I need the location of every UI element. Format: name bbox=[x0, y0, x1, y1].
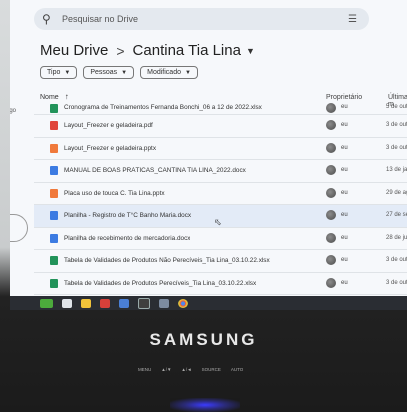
file-modified: 3 de out. bbox=[386, 122, 407, 128]
file-owner: eu bbox=[341, 279, 348, 286]
file-owner: eu bbox=[341, 104, 348, 110]
chevron-down-icon: ▼ bbox=[121, 69, 128, 76]
avatar bbox=[326, 165, 336, 175]
table-row[interactable]: Layout_Freezer e geladeira.pdf eu 3 de out… bbox=[34, 115, 407, 138]
avatar bbox=[326, 255, 336, 265]
breadcrumb: Meu Drive > Cantina Tia Lina ▼ bbox=[40, 42, 255, 59]
file-name[interactable]: Cronograma de Treinamentos Fernanda Bonc… bbox=[64, 104, 262, 111]
column-owner[interactable]: Proprietário bbox=[326, 94, 362, 101]
file-owner: eu bbox=[341, 189, 348, 196]
file-name[interactable]: Tabela de Validades de Produtos Não Pere… bbox=[64, 257, 270, 264]
avatar bbox=[326, 142, 336, 153]
file-name[interactable]: Layout_Freezer e geladeira.pptx bbox=[64, 145, 156, 152]
file-owner: eu bbox=[341, 257, 348, 263]
file-modified: 29 de ago bbox=[386, 189, 407, 196]
ppt-file-icon bbox=[50, 188, 58, 198]
monitor-brand: SAMSUNG bbox=[149, 330, 258, 349]
file-owner: eu bbox=[341, 234, 348, 241]
xls-file-icon bbox=[50, 104, 58, 113]
file-modified: 28 de jul. bbox=[386, 234, 407, 241]
column-name[interactable]: Nome ↑ bbox=[40, 92, 69, 101]
filter-type[interactable]: Tipo ▼ bbox=[40, 66, 78, 79]
file-name[interactable]: Placa uso de touca C. Tia Lina.pptx bbox=[64, 190, 165, 197]
taskbar bbox=[10, 296, 407, 310]
avatar bbox=[326, 210, 336, 220]
xls-file-icon bbox=[50, 256, 58, 265]
breadcrumb-current[interactable]: Cantina Tia Lina bbox=[133, 42, 241, 59]
file-list: Cronograma de Treinamentos Fernanda Bonc… bbox=[34, 103, 407, 295]
search-input[interactable]: Pesquisar no Drive bbox=[62, 14, 138, 24]
file-name[interactable]: MANUAL DE BOAS PRÁTICAS_CANTINA TIA LINA… bbox=[64, 167, 246, 174]
xls-file-icon bbox=[50, 278, 58, 288]
app-red-icon[interactable] bbox=[100, 298, 110, 308]
avatar bbox=[326, 120, 336, 130]
table-row[interactable]: MANUAL DE BOAS PRÁTICAS_CANTINA TIA LINA… bbox=[34, 160, 407, 183]
pdf-file-icon bbox=[50, 121, 58, 130]
sort-arrow-icon[interactable]: ↑ bbox=[65, 92, 69, 101]
doc-file-icon bbox=[50, 166, 58, 175]
filter-options-icon[interactable]: ☰ bbox=[348, 14, 357, 25]
doc-file-icon bbox=[50, 211, 58, 220]
monitor-controls: MENU ▲/▼ ▲/◄ SOURCE AUTO bbox=[138, 367, 243, 372]
monitor-control-label[interactable]: ▲/◄ bbox=[181, 367, 191, 372]
table-row[interactable]: Cronograma de Treinamentos Fernanda Bonc… bbox=[34, 103, 407, 115]
chevron-down-icon: ▼ bbox=[64, 69, 71, 76]
chevron-down-icon[interactable]: ▼ bbox=[246, 46, 255, 56]
windows-icon[interactable] bbox=[62, 298, 72, 308]
avatar bbox=[326, 103, 336, 113]
monitor-control-label[interactable]: SOURCE bbox=[202, 367, 221, 372]
avatar bbox=[326, 232, 336, 243]
file-modified: 3 de out. bbox=[386, 144, 407, 151]
search-icon[interactable]: ⚲ bbox=[42, 12, 56, 26]
chevron-down-icon: ▼ bbox=[184, 69, 191, 76]
file-owner: eu bbox=[341, 144, 348, 151]
drive-window: ⚲ Pesquisar no Drive ☰ Meu Drive > Canti… bbox=[10, 0, 407, 296]
monitor-control-label[interactable]: ▲/▼ bbox=[161, 367, 171, 372]
people-icon[interactable] bbox=[119, 298, 129, 308]
table-row[interactable]: Tabela de Validades de Produtos Perecíve… bbox=[34, 273, 407, 295]
monitor-control-label[interactable]: MENU bbox=[138, 367, 151, 372]
file-owner: eu bbox=[341, 167, 348, 173]
file-name[interactable]: Planilha - Registro de T°C Banho Maria.d… bbox=[64, 212, 191, 219]
dinosaur-icon[interactable] bbox=[40, 298, 53, 308]
ppt-file-icon bbox=[50, 143, 58, 153]
sidebar-fragment-button[interactable] bbox=[10, 214, 28, 242]
file-modified: 3 de out. bbox=[386, 279, 407, 286]
filter-bar: Tipo ▼ Pessoas ▼ Modificado ▼ bbox=[40, 66, 198, 79]
breadcrumb-root[interactable]: Meu Drive bbox=[40, 42, 108, 59]
app-gray-icon[interactable] bbox=[159, 298, 169, 308]
monitor-control-label[interactable]: AUTO bbox=[231, 367, 243, 372]
file-modified: 27 de set. bbox=[386, 212, 407, 218]
file-name[interactable]: Planilha de recebimento de mercadoria.do… bbox=[64, 235, 190, 242]
monitor-power-light bbox=[170, 398, 240, 412]
filter-people[interactable]: Pessoas ▼ bbox=[83, 66, 135, 79]
filter-modified[interactable]: Modificado ▼ bbox=[140, 66, 198, 79]
table-row[interactable]: Tabela de Validades de Produtos Não Pere… bbox=[34, 250, 407, 273]
file-modified: 5 de out. bbox=[386, 104, 407, 110]
table-row[interactable]: Planilha de recebimento de mercadoria.do… bbox=[34, 228, 407, 250]
folder-icon[interactable] bbox=[81, 298, 91, 308]
mouse-cursor-icon: ⬁ bbox=[214, 217, 222, 227]
doc-file-icon bbox=[50, 233, 58, 243]
file-owner: eu bbox=[341, 212, 348, 218]
table-row[interactable]: Layout_Freezer e geladeira.pptx eu 3 de ou… bbox=[34, 138, 407, 160]
file-modified: 3 de out. bbox=[386, 257, 407, 263]
file-modified: 13 de jan. bbox=[386, 167, 407, 173]
file-name[interactable]: Tabela de Validades de Produtos Perecíve… bbox=[64, 280, 256, 287]
avatar bbox=[326, 277, 336, 288]
table-header: Nome ↑ Proprietário Última m bbox=[40, 90, 407, 108]
breadcrumb-separator: > bbox=[116, 42, 125, 59]
file-owner: eu bbox=[341, 122, 348, 128]
search-bar[interactable]: ⚲ Pesquisar no Drive ☰ bbox=[34, 8, 369, 30]
app-dark-icon[interactable] bbox=[138, 297, 150, 309]
table-row[interactable]: Placa uso de touca C. Tia Lina.pptx eu 29 … bbox=[34, 183, 407, 205]
file-name[interactable]: Layout_Freezer e geladeira.pdf bbox=[64, 122, 153, 129]
sidebar-fragment-label: ego bbox=[10, 108, 17, 114]
chrome-icon[interactable] bbox=[178, 298, 188, 308]
avatar bbox=[326, 187, 336, 198]
